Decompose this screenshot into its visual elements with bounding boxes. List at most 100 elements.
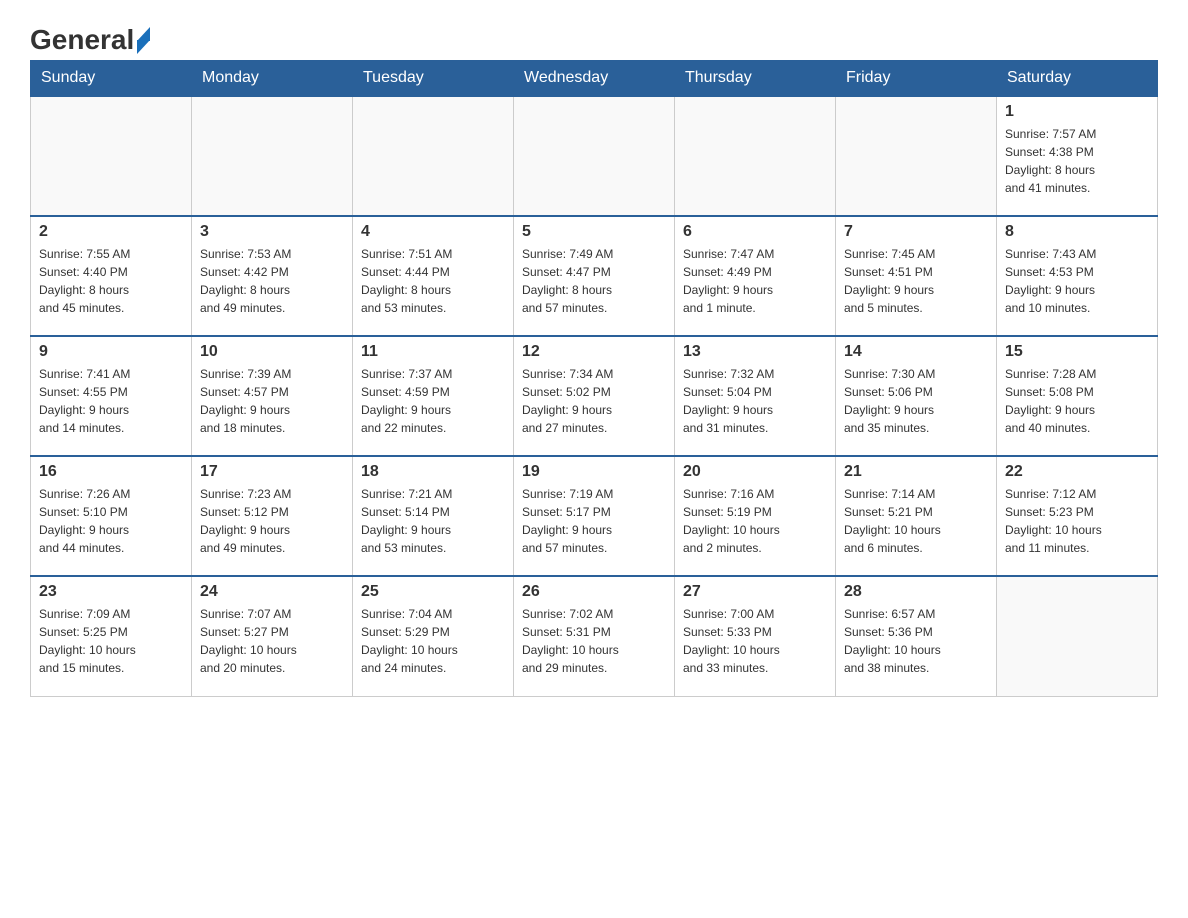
day-info: Sunrise: 7:02 AM Sunset: 5:31 PM Dayligh… — [522, 605, 666, 677]
day-number: 14 — [844, 343, 988, 361]
week-row-4: 16 Sunrise: 7:26 AM Sunset: 5:10 PM Dayli… — [31, 456, 1158, 576]
calendar-cell — [836, 96, 997, 216]
calendar-cell: 21 Sunrise: 7:14 AM Sunset: 5:21 PM Dayli… — [836, 456, 997, 576]
calendar-cell — [353, 96, 514, 216]
calendar-cell: 3 Sunrise: 7:53 AM Sunset: 4:42 PM Daylig… — [192, 216, 353, 336]
day-number: 1 — [1005, 103, 1149, 121]
day-number: 4 — [361, 223, 505, 241]
day-info: Sunrise: 7:21 AM Sunset: 5:14 PM Dayligh… — [361, 485, 505, 557]
day-number: 26 — [522, 583, 666, 601]
calendar-cell: 2 Sunrise: 7:55 AM Sunset: 4:40 PM Daylig… — [31, 216, 192, 336]
day-info: Sunrise: 7:00 AM Sunset: 5:33 PM Dayligh… — [683, 605, 827, 677]
day-number: 7 — [844, 223, 988, 241]
week-row-1: 1 Sunrise: 7:57 AM Sunset: 4:38 PM Daylig… — [31, 96, 1158, 216]
day-info: Sunrise: 7:16 AM Sunset: 5:19 PM Dayligh… — [683, 485, 827, 557]
column-header-tuesday: Tuesday — [353, 61, 514, 97]
calendar-cell: 12 Sunrise: 7:34 AM Sunset: 5:02 PM Dayli… — [514, 336, 675, 456]
day-number: 8 — [1005, 223, 1149, 241]
day-number: 20 — [683, 463, 827, 481]
logo-general: General — [30, 26, 134, 54]
week-row-5: 23 Sunrise: 7:09 AM Sunset: 5:25 PM Dayli… — [31, 576, 1158, 696]
calendar-cell: 28 Sunrise: 6:57 AM Sunset: 5:36 PM Dayli… — [836, 576, 997, 696]
day-info: Sunrise: 7:07 AM Sunset: 5:27 PM Dayligh… — [200, 605, 344, 677]
week-row-2: 2 Sunrise: 7:55 AM Sunset: 4:40 PM Daylig… — [31, 216, 1158, 336]
day-number: 28 — [844, 583, 988, 601]
calendar-cell: 18Sunrise: 7:21 AM Sunset: 5:14 PM Dayli… — [353, 456, 514, 576]
day-number: 23 — [39, 583, 183, 601]
day-info: Sunrise: 7:39 AM Sunset: 4:57 PM Dayligh… — [200, 365, 344, 437]
calendar-cell: 11 Sunrise: 7:37 AM Sunset: 4:59 PM Dayli… — [353, 336, 514, 456]
calendar-cell: 9 Sunrise: 7:41 AM Sunset: 4:55 PM Daylig… — [31, 336, 192, 456]
column-header-friday: Friday — [836, 61, 997, 97]
day-number: 6 — [683, 223, 827, 241]
calendar-cell — [514, 96, 675, 216]
calendar-cell: 22 Sunrise: 7:12 AM Sunset: 5:23 PM Dayli… — [997, 456, 1158, 576]
day-number: 12 — [522, 343, 666, 361]
day-info: Sunrise: 7:37 AM Sunset: 4:59 PM Dayligh… — [361, 365, 505, 437]
day-number: 21 — [844, 463, 988, 481]
day-info: Sunrise: 7:32 AM Sunset: 5:04 PM Dayligh… — [683, 365, 827, 437]
day-info: Sunrise: 7:45 AM Sunset: 4:51 PM Dayligh… — [844, 245, 988, 317]
calendar-header-row: SundayMondayTuesdayWednesdayThursdayFrid… — [31, 61, 1158, 97]
calendar-cell: 13Sunrise: 7:32 AM Sunset: 5:04 PM Dayli… — [675, 336, 836, 456]
day-number: 11 — [361, 343, 505, 361]
day-number: 22 — [1005, 463, 1149, 481]
day-number: 24 — [200, 583, 344, 601]
day-info: Sunrise: 7:30 AM Sunset: 5:06 PM Dayligh… — [844, 365, 988, 437]
day-number: 9 — [39, 343, 183, 361]
week-row-3: 9 Sunrise: 7:41 AM Sunset: 4:55 PM Daylig… — [31, 336, 1158, 456]
day-info: Sunrise: 7:41 AM Sunset: 4:55 PM Dayligh… — [39, 365, 183, 437]
calendar-cell: 19 Sunrise: 7:19 AM Sunset: 5:17 PM Dayli… — [514, 456, 675, 576]
day-info: Sunrise: 7:51 AM Sunset: 4:44 PM Dayligh… — [361, 245, 505, 317]
calendar-cell: 4 Sunrise: 7:51 AM Sunset: 4:44 PM Daylig… — [353, 216, 514, 336]
day-number: 19 — [522, 463, 666, 481]
calendar-cell: 7 Sunrise: 7:45 AM Sunset: 4:51 PM Daylig… — [836, 216, 997, 336]
calendar-cell: 8 Sunrise: 7:43 AM Sunset: 4:53 PM Daylig… — [997, 216, 1158, 336]
day-info: Sunrise: 7:12 AM Sunset: 5:23 PM Dayligh… — [1005, 485, 1149, 557]
day-info: Sunrise: 7:26 AM Sunset: 5:10 PM Dayligh… — [39, 485, 183, 557]
day-number: 10 — [200, 343, 344, 361]
day-number: 25 — [361, 583, 505, 601]
day-number: 15 — [1005, 343, 1149, 361]
calendar-cell: 27 Sunrise: 7:00 AM Sunset: 5:33 PM Dayli… — [675, 576, 836, 696]
calendar-cell: 16 Sunrise: 7:26 AM Sunset: 5:10 PM Dayli… — [31, 456, 192, 576]
calendar-cell: 17 Sunrise: 7:23 AM Sunset: 5:12 PM Dayli… — [192, 456, 353, 576]
calendar-cell: 14 Sunrise: 7:30 AM Sunset: 5:06 PM Dayli… — [836, 336, 997, 456]
calendar-cell: 15 Sunrise: 7:28 AM Sunset: 5:08 PM Dayli… — [997, 336, 1158, 456]
calendar-cell: 5 Sunrise: 7:49 AM Sunset: 4:47 PM Daylig… — [514, 216, 675, 336]
day-info: Sunrise: 7:34 AM Sunset: 5:02 PM Dayligh… — [522, 365, 666, 437]
calendar-cell: 20 Sunrise: 7:16 AM Sunset: 5:19 PM Dayli… — [675, 456, 836, 576]
day-number: 27 — [683, 583, 827, 601]
day-number: 5 — [522, 223, 666, 241]
day-number: 3 — [200, 223, 344, 241]
day-info: Sunrise: 7:53 AM Sunset: 4:42 PM Dayligh… — [200, 245, 344, 317]
calendar-cell: 24 Sunrise: 7:07 AM Sunset: 5:27 PM Dayli… — [192, 576, 353, 696]
day-info: Sunrise: 7:23 AM Sunset: 5:12 PM Dayligh… — [200, 485, 344, 557]
calendar-cell: 26 Sunrise: 7:02 AM Sunset: 5:31 PM Dayli… — [514, 576, 675, 696]
day-number: 16 — [39, 463, 183, 481]
day-info: Sunrise: 7:04 AM Sunset: 5:29 PM Dayligh… — [361, 605, 505, 677]
column-header-thursday: Thursday — [675, 61, 836, 97]
day-info: Sunrise: 7:43 AM Sunset: 4:53 PM Dayligh… — [1005, 245, 1149, 317]
day-info: Sunrise: 7:57 AM Sunset: 4:38 PM Dayligh… — [1005, 125, 1149, 197]
day-info: Sunrise: 7:19 AM Sunset: 5:17 PM Dayligh… — [522, 485, 666, 557]
calendar-cell — [31, 96, 192, 216]
day-info: Sunrise: 7:49 AM Sunset: 4:47 PM Dayligh… — [522, 245, 666, 317]
column-header-saturday: Saturday — [997, 61, 1158, 97]
day-info: Sunrise: 7:47 AM Sunset: 4:49 PM Dayligh… — [683, 245, 827, 317]
calendar-table: SundayMondayTuesdayWednesdayThursdayFrid… — [30, 60, 1158, 697]
day-info: Sunrise: 6:57 AM Sunset: 5:36 PM Dayligh… — [844, 605, 988, 677]
day-info: Sunrise: 7:55 AM Sunset: 4:40 PM Dayligh… — [39, 245, 183, 317]
calendar-cell — [997, 576, 1158, 696]
logo: General — [30, 20, 150, 50]
day-info: Sunrise: 7:14 AM Sunset: 5:21 PM Dayligh… — [844, 485, 988, 557]
calendar-cell: 10 Sunrise: 7:39 AM Sunset: 4:57 PM Dayli… — [192, 336, 353, 456]
column-header-wednesday: Wednesday — [514, 61, 675, 97]
day-number: 2 — [39, 223, 183, 241]
calendar-cell: 23 Sunrise: 7:09 AM Sunset: 5:25 PM Dayli… — [31, 576, 192, 696]
day-info: Sunrise: 7:09 AM Sunset: 5:25 PM Dayligh… — [39, 605, 183, 677]
calendar-cell: 6 Sunrise: 7:47 AM Sunset: 4:49 PM Daylig… — [675, 216, 836, 336]
calendar-cell — [675, 96, 836, 216]
day-number: 17 — [200, 463, 344, 481]
day-info: Sunrise: 7:28 AM Sunset: 5:08 PM Dayligh… — [1005, 365, 1149, 437]
